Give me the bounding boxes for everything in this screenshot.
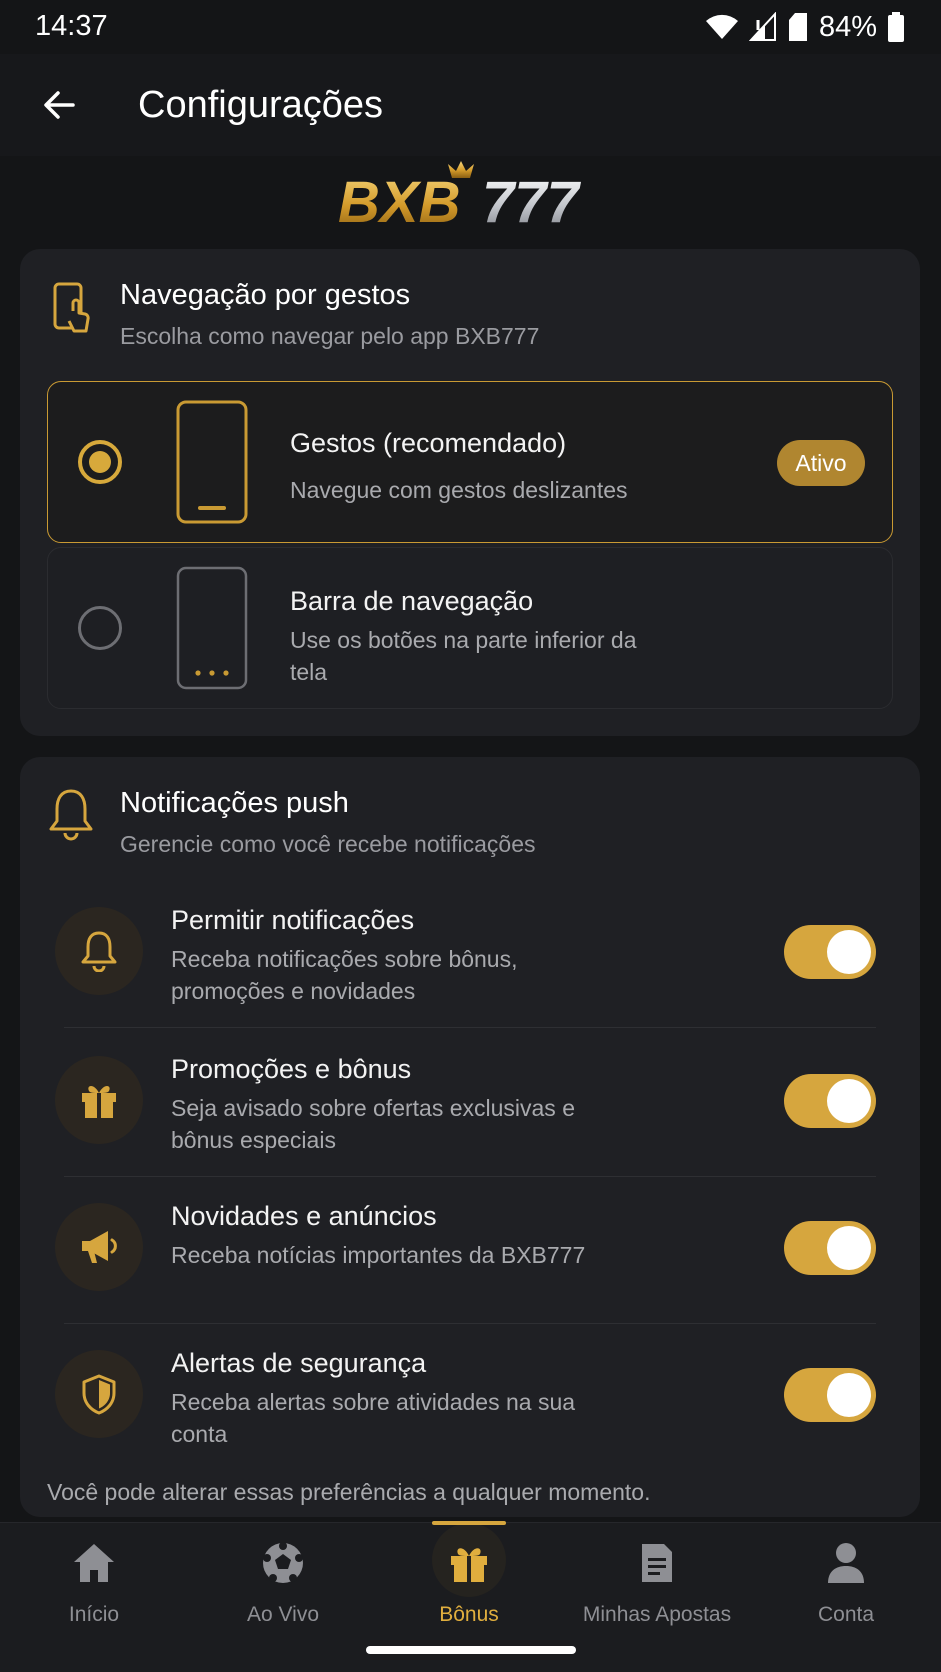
active-tab-indicator: [432, 1521, 506, 1525]
radio-navigation-bar[interactable]: [78, 606, 122, 650]
option-navigation-bar[interactable]: Barra de navegação Use os botões na part…: [47, 547, 893, 709]
arrow-left-icon: [44, 91, 75, 119]
setting-icon-circle: [55, 1203, 143, 1291]
option-navigation-bar-title: Barra de navegação: [290, 586, 534, 616]
preferences-note: Você pode alterar essas preferências a q…: [47, 1479, 651, 1505]
setting-title: Novidades e anúncios: [171, 1201, 437, 1231]
gift-icon: [451, 1548, 487, 1582]
setting-description: Receba notícias importantes da BXB777: [171, 1242, 586, 1268]
gift-icon: [82, 1086, 116, 1118]
back-button[interactable]: [32, 78, 86, 132]
shield-icon: [82, 1374, 116, 1415]
setting-description: Receba notificações sobre bônus, promoçõ…: [171, 946, 518, 1004]
wifi-icon: [705, 14, 738, 40]
signal-icon: [748, 12, 776, 41]
gesture-section-subtitle: Escolha como navegar pelo app BXB777: [120, 323, 540, 349]
option-navigation-bar-description: Use os botões na parte inferior da tela: [290, 627, 637, 685]
toggle-promotions[interactable]: [784, 1074, 876, 1128]
svg-text:777: 777: [482, 170, 582, 234]
battery-icon: [888, 12, 904, 42]
setting-row-promotions: Promoções e bônus Seja avisado sobre ofe…: [20, 1028, 920, 1176]
bell-icon: [81, 931, 117, 972]
status-icons: 84%: [705, 10, 905, 44]
setting-row-security: Alertas de segurança Receba alertas sobr…: [20, 1322, 920, 1470]
push-section-subtitle: Gerencie como você recebe notificações: [120, 831, 536, 857]
option-gestures-description: Navegue com gestos deslizantes: [290, 477, 628, 503]
soccer-ball-icon: [263, 1542, 303, 1583]
toggle-security[interactable]: [784, 1368, 876, 1422]
toggle-allow-notifications[interactable]: [784, 925, 876, 979]
phone-navbar-icon: [176, 566, 248, 690]
status-bar: 14:37 84%: [0, 0, 941, 54]
nav-item-inicio[interactable]: Início: [4, 1537, 184, 1637]
gesture-section-title: Navegação por gestos: [120, 279, 411, 311]
push-section-title: Notificações push: [120, 787, 349, 819]
svg-text:BXB: BXB: [338, 170, 460, 234]
nav-label: Conta: [817, 1603, 875, 1626]
page-title: Configurações: [138, 84, 384, 126]
status-time: 14:37: [35, 10, 108, 42]
person-icon: [828, 1543, 864, 1583]
option-gestures[interactable]: Gestos (recomendado) Navegue com gestos …: [47, 381, 893, 543]
option-gestures-title: Gestos (recomendado): [290, 428, 567, 458]
nav-label: Minhas Apostas: [582, 1603, 732, 1626]
nav-item-ao-vivo[interactable]: Ao Vivo: [193, 1537, 373, 1637]
setting-title: Permitir notificações: [171, 905, 415, 935]
phone-gesture-icon: [176, 400, 248, 524]
nav-label: Ao Vivo: [247, 1603, 319, 1626]
setting-title: Alertas de segurança: [171, 1348, 427, 1378]
setting-description: Seja avisado sobre ofertas exclusivas e …: [171, 1095, 575, 1153]
app-bar: Configurações: [0, 54, 941, 156]
home-icon: [74, 1544, 114, 1582]
active-badge: Ativo: [777, 440, 865, 486]
setting-title: Promoções e bônus: [171, 1054, 412, 1084]
setting-icon-circle: [55, 1056, 143, 1144]
setting-row-allow-notifications: Permitir notificações Receba notificaçõe…: [20, 879, 920, 1027]
nav-label: Bônus: [439, 1603, 499, 1626]
sim-icon: [788, 13, 807, 41]
setting-row-news: Novidades e anúncios Receba notícias imp…: [20, 1175, 920, 1323]
bxb777-logo: BXB 777: [338, 161, 582, 234]
setting-icon-circle: [55, 907, 143, 995]
push-notifications-card: Notificações push Gerencie como você rec…: [20, 757, 920, 1517]
setting-description: Receba alertas sobre atividades na sua c…: [171, 1389, 576, 1447]
nav-item-conta[interactable]: Conta: [756, 1537, 936, 1637]
megaphone-icon: [82, 1231, 117, 1263]
radio-gestures[interactable]: [78, 440, 122, 484]
toggle-news[interactable]: [784, 1221, 876, 1275]
document-icon: [642, 1544, 672, 1582]
setting-icon-circle: [55, 1350, 143, 1438]
gesture-navigation-card: Navegação por gestos Escolha como navega…: [20, 249, 920, 736]
settings-screen: 14:37 84% Configurações BXB 777 Navegaçã…: [0, 0, 941, 1672]
phone-touch-icon: [53, 282, 90, 333]
nav-label: Início: [68, 1603, 120, 1626]
battery-percentage: 84%: [818, 10, 877, 43]
bell-icon: [49, 789, 93, 841]
home-indicator[interactable]: [366, 1646, 576, 1654]
nav-item-bonus[interactable]: Bônus: [379, 1537, 559, 1637]
nav-item-minhas-apostas[interactable]: Minhas Apostas: [567, 1537, 747, 1637]
